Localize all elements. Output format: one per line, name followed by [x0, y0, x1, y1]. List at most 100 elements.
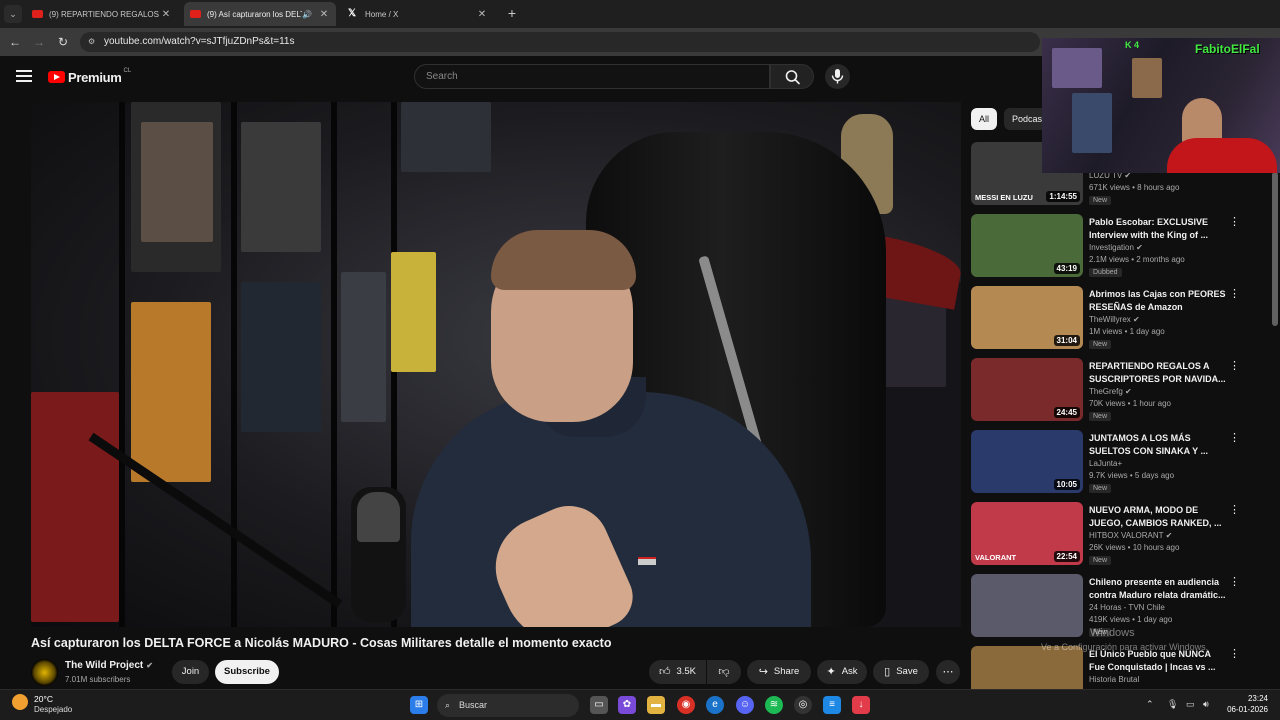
download-app-icon[interactable]: ↓: [852, 696, 870, 714]
chrome-icon[interactable]: ◉: [677, 696, 695, 714]
video-duration: 43:19: [1053, 263, 1080, 274]
tab-close-icon[interactable]: ✕: [318, 9, 330, 20]
like-button[interactable]: 👍︎ 3.5K: [649, 660, 706, 684]
site-info-icon[interactable]: ⚙: [88, 32, 95, 52]
tab-close-icon[interactable]: ✕: [160, 9, 172, 20]
menu-icon[interactable]: [16, 70, 32, 82]
recommendation-item[interactable]: 43:19 Pablo Escobar: EXCLUSIVE Interview …: [971, 214, 1271, 280]
notepad-icon[interactable]: ≡: [823, 696, 841, 714]
logo-wordmark: Premium: [68, 69, 122, 85]
more-options-icon[interactable]: ⋮: [1229, 360, 1240, 372]
video-thumbnail[interactable]: 43:19: [971, 214, 1083, 277]
network-icon[interactable]: ▭: [1186, 699, 1195, 710]
video-duration: 22:54: [1053, 551, 1080, 562]
recommendation-channel[interactable]: 24 Horas - TVN Chile: [1089, 603, 1165, 612]
volume-icon[interactable]: 🔊︎: [1203, 699, 1209, 710]
video-thumbnail[interactable]: 10:05: [971, 430, 1083, 493]
recommendation-channel[interactable]: TheWillyrex ✔: [1089, 315, 1140, 324]
clock-time[interactable]: 23:24: [1222, 694, 1268, 703]
app-icon[interactable]: ◎: [794, 696, 812, 714]
recommendation-item[interactable]: 31:04 Abrimos las Cajas con PEORES RESEÑA…: [971, 286, 1271, 352]
channel-name-link[interactable]: The Wild Project ✔: [65, 660, 153, 671]
recommendation-badge: New: [1089, 484, 1112, 493]
join-button[interactable]: Join: [172, 660, 209, 684]
thumbnail-caption: MESSI EN LUZU: [975, 193, 1033, 202]
more-options-icon[interactable]: ⋮: [1229, 576, 1240, 588]
video-player[interactable]: [31, 102, 961, 627]
video-thumbnail[interactable]: VALORANT 22:54: [971, 502, 1083, 565]
subscribe-button[interactable]: Subscribe: [215, 660, 279, 684]
sidebar-scrollbar[interactable]: [1272, 172, 1278, 326]
back-arrow-icon[interactable]: ←: [6, 33, 24, 51]
clock-date[interactable]: 06-01-2026: [1222, 705, 1268, 714]
shelf-item: [341, 272, 386, 422]
browser-tab-2[interactable]: (9) Así capturaron los DELTA 🔊 ✕: [184, 2, 336, 26]
more-horizontal-icon: ⋯: [942, 666, 954, 678]
url-text: youtube.com/watch?v=sJTfjuZDnPs&t=11s: [104, 36, 295, 47]
recommendation-title[interactable]: JUNTAMOS A LOS MÁS SUELTOS CON SINAKA Y …: [1089, 432, 1227, 458]
recommendation-item[interactable]: 24:45 REPARTIENDO REGALOS A SUSCRIPTORES …: [971, 358, 1271, 424]
url-field[interactable]: ⚙ youtube.com/watch?v=sJTfjuZDnPs&t=11s: [80, 32, 1040, 52]
taskbar-search[interactable]: ⌕ Buscar: [437, 694, 579, 717]
search-input[interactable]: Search: [414, 64, 770, 89]
country-code: CL: [123, 68, 132, 74]
youtube-play-logo-icon: [48, 71, 65, 83]
save-button[interactable]: ▯ Save: [873, 660, 929, 684]
recommendation-title[interactable]: REPARTIENDO REGALOS A SUSCRIPTORES POR N…: [1089, 360, 1227, 386]
channel-avatar[interactable]: [31, 659, 58, 686]
microphone-grill: [357, 492, 400, 542]
reload-icon[interactable]: ↻: [54, 33, 72, 51]
like-count: 3.5K: [676, 666, 697, 677]
recommendation-title[interactable]: Abrimos las Cajas con PEORES RESEÑAS de …: [1089, 288, 1227, 314]
recommendation-channel[interactable]: Historia Brutal: [1089, 675, 1139, 684]
share-button[interactable]: ↪ Share: [747, 660, 811, 684]
recommendation-channel[interactable]: TheGrefg ✔: [1089, 387, 1132, 396]
recommendation-title[interactable]: NUEVO ARMA, MODO DE JUEGO, CAMBIOS RANKE…: [1089, 504, 1227, 530]
new-tab-plus-icon[interactable]: +: [503, 4, 521, 22]
file-explorer-icon[interactable]: ▬: [647, 696, 665, 714]
taskbar-search-label: Buscar: [459, 700, 488, 710]
recommendation-channel[interactable]: HITBOX VALORANT ✔: [1089, 531, 1172, 540]
spotify-icon[interactable]: ≋: [765, 696, 783, 714]
subscriber-count: 7.01M subscribers: [65, 675, 131, 684]
browser-tab-3[interactable]: 𝕏 Home / X ✕: [342, 2, 494, 26]
copilot-icon[interactable]: ✿: [618, 696, 636, 714]
microphone-tray-icon[interactable]: 🎙︎: [1167, 699, 1178, 710]
tab-close-icon[interactable]: ✕: [476, 9, 488, 20]
chip-all[interactable]: All: [971, 108, 998, 130]
more-actions-button[interactable]: ⋯: [936, 660, 960, 684]
recommendation-title[interactable]: Chileno presente en audiencia contra Mad…: [1089, 576, 1227, 602]
video-thumbnail[interactable]: [971, 574, 1083, 637]
discord-icon[interactable]: ☺: [736, 696, 754, 714]
ask-button[interactable]: ✦ Ask: [817, 660, 867, 684]
audio-playing-icon[interactable]: 🔊: [302, 10, 312, 19]
recommendation-item[interactable]: VALORANT 22:54 NUEVO ARMA, MODO DE JUEGO, …: [971, 502, 1271, 568]
more-options-icon[interactable]: ⋮: [1229, 648, 1240, 660]
recommendation-channel[interactable]: Investigation ✔: [1089, 243, 1143, 252]
youtube-premium-logo[interactable]: Premium CL: [48, 68, 131, 86]
video-thumbnail[interactable]: 24:45: [971, 358, 1083, 421]
share-arrow-icon: ↪: [758, 666, 768, 678]
voice-search-button[interactable]: [825, 64, 850, 89]
more-options-icon[interactable]: ⋮: [1229, 504, 1240, 516]
person-hair: [491, 230, 636, 290]
task-view-icon[interactable]: ▭: [590, 696, 608, 714]
recommendation-item[interactable]: 10:05 JUNTAMOS A LOS MÁS SUELTOS CON SINA…: [971, 430, 1271, 496]
windows-start-icon[interactable]: ⊞: [410, 696, 428, 714]
tray-chevron-icon[interactable]: ⌃: [1146, 699, 1154, 710]
more-options-icon[interactable]: ⋮: [1229, 432, 1240, 444]
more-options-icon[interactable]: ⋮: [1229, 288, 1240, 300]
video-thumbnail[interactable]: 31:04: [971, 286, 1083, 349]
browser-tab-1[interactable]: (9) REPARTIENDO REGALOS A S ✕: [26, 2, 178, 26]
recommendation-channel[interactable]: LaJunta+: [1089, 459, 1122, 468]
webcam-background-figure: [1132, 58, 1162, 98]
more-options-icon[interactable]: ⋮: [1229, 216, 1240, 228]
search-button[interactable]: [770, 64, 814, 89]
edge-icon[interactable]: e: [706, 696, 724, 714]
tab-search-chevron-icon[interactable]: ⌄: [4, 5, 22, 23]
dislike-button[interactable]: 👎︎: [707, 660, 741, 684]
thumbnail-caption: VALORANT: [975, 553, 1017, 562]
recommendation-title[interactable]: Pablo Escobar: EXCLUSIVE Interview with …: [1089, 216, 1227, 242]
weather-moon-icon[interactable]: [12, 694, 28, 710]
forward-arrow-icon[interactable]: →: [30, 33, 48, 51]
